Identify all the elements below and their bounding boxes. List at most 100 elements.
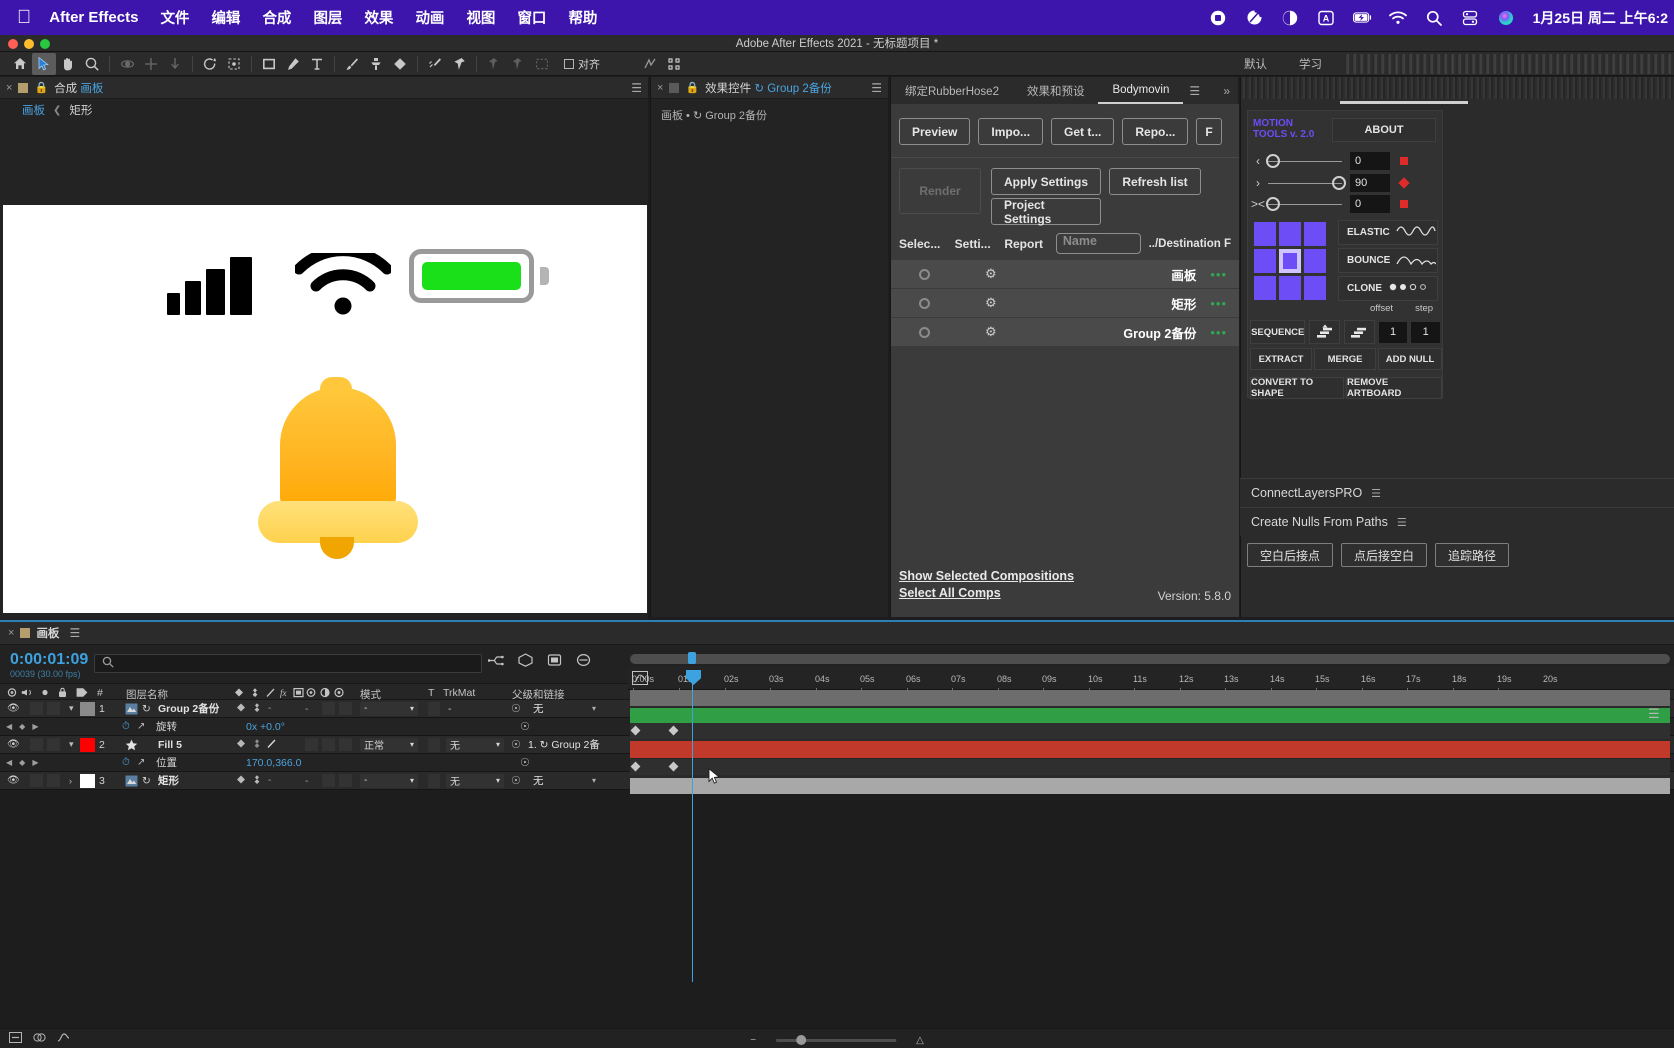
menu-item-edit[interactable]: 编辑 — [211, 7, 240, 28]
layer-name[interactable]: Fill 5 — [158, 739, 182, 751]
remove-artboard-button[interactable]: REMOVE ARTBOARD — [1346, 377, 1442, 399]
prev-keyframe-icon[interactable]: ◀ — [6, 722, 12, 731]
zoom-slider-track[interactable] — [776, 1035, 897, 1045]
panel-menu-icon[interactable]: ☰ — [69, 626, 80, 640]
quality-cell[interactable] — [322, 702, 335, 715]
zoom-out-icon[interactable]: − — [750, 1035, 756, 1046]
menu-item-help[interactable]: 帮助 — [568, 7, 597, 28]
chevron-down-icon[interactable]: ▾ — [592, 776, 596, 785]
chevron-down-icon[interactable]: ▾ — [592, 704, 596, 713]
apply-settings-button[interactable]: Apply Settings — [991, 168, 1101, 195]
parent-pick-whip-icon[interactable]: ☉ — [511, 702, 521, 715]
property-track-1[interactable] — [630, 723, 1670, 739]
puppet-pin-tool-icon[interactable] — [447, 53, 471, 75]
panel-menu-icon[interactable]: ☰ — [1183, 84, 1206, 98]
close-icon[interactable]: × — [6, 82, 12, 94]
layer-bar-3[interactable] — [630, 778, 1670, 794]
show-selected-compositions-link[interactable]: Show Selected Compositions — [899, 569, 1074, 583]
bodymovin-row-2[interactable]: ⚙ Group 2备份 ••• — [891, 318, 1239, 347]
audio-toggle[interactable] — [30, 774, 43, 787]
anchor-tc[interactable] — [1279, 222, 1301, 246]
offset-value[interactable]: 1 — [1378, 321, 1408, 343]
ease-in-slider[interactable]: ‹ 0 — [1250, 150, 1440, 172]
panel-menu-icon[interactable]: ☰ — [1371, 487, 1381, 500]
more-options-icon[interactable]: ••• — [1210, 325, 1227, 340]
layer-name[interactable]: 矩形 — [158, 773, 179, 788]
nulls-follow-points-button[interactable]: 空白后接点 — [1247, 543, 1334, 567]
navigator-marker[interactable] — [688, 652, 696, 664]
composition-canvas[interactable] — [3, 205, 647, 613]
parent-value[interactable]: 无 — [533, 701, 544, 716]
composition-tab-label[interactable]: 合成 画板 — [54, 80, 103, 96]
eye-icon[interactable]: 👁 — [7, 739, 20, 750]
keyframe-toggle-icon[interactable]: ◆ — [19, 722, 25, 731]
ease-in-marker[interactable] — [1400, 157, 1408, 165]
solo-toggle[interactable] — [47, 702, 60, 715]
keyframe-icon[interactable] — [668, 725, 679, 736]
pen-tool-icon[interactable] — [281, 53, 305, 75]
radio-unchecked-icon[interactable] — [919, 268, 930, 280]
breadcrumb-child[interactable]: 矩形 — [69, 102, 92, 118]
ease-in-value[interactable]: 0 — [1350, 152, 1390, 170]
menu-item-animation[interactable]: 动画 — [415, 7, 444, 28]
text-tool-icon[interactable] — [305, 53, 329, 75]
record-icon[interactable] — [1209, 8, 1228, 27]
effect-controls-tab-label[interactable]: 效果控件 ↻ Group 2备份 — [705, 80, 832, 96]
roto-brush-tool-icon[interactable] — [423, 53, 447, 75]
shape-tool-icon[interactable] — [257, 53, 281, 75]
tab-effects-presets[interactable]: 效果和预设 — [1013, 77, 1099, 104]
menu-item-composition[interactable]: 合成 — [262, 7, 291, 28]
sequence-up-icon[interactable] — [1309, 320, 1341, 344]
connect-layers-pro-header[interactable]: ConnectLayersPRO ☰ — [1240, 478, 1674, 507]
radio-unchecked-icon[interactable] — [919, 326, 930, 338]
report-button[interactable]: Repo... — [1122, 118, 1189, 145]
close-icon[interactable]: × — [8, 627, 14, 639]
brush-tool-icon[interactable] — [340, 53, 364, 75]
preserve-transparency-cell[interactable] — [428, 737, 440, 752]
slider-track[interactable] — [1268, 175, 1346, 190]
battery-charging-icon[interactable] — [1352, 8, 1372, 27]
label-swatch[interactable] — [80, 737, 95, 752]
trkmat-select[interactable]: 无 ▾ — [446, 773, 504, 788]
label-swatch[interactable] — [80, 701, 95, 716]
timeline-tab-label[interactable]: 画板 — [36, 625, 59, 641]
hand-tool-icon[interactable] — [56, 53, 80, 75]
orbit-tool-icon[interactable] — [115, 53, 139, 75]
anchor-point-grid[interactable] — [1254, 222, 1326, 300]
slider-knob[interactable] — [1266, 196, 1280, 211]
maximize-button[interactable] — [40, 38, 50, 49]
keyframe-toggle-icon[interactable]: ◆ — [19, 758, 25, 767]
graph-editor-icon[interactable]: ↗ — [137, 757, 145, 768]
slider-track[interactable] — [1266, 196, 1342, 211]
snapping-icon[interactable] — [638, 53, 662, 75]
blend-mode-select[interactable]: - ▾ — [360, 701, 418, 716]
select-all-comps-link[interactable]: Select All Comps — [899, 586, 1074, 600]
time-ruler[interactable]: 0:00s 01s 02s 03s 04s 05s 06s 07s 08s 09… — [628, 666, 1674, 693]
slider-track[interactable] — [1266, 153, 1342, 168]
wifi-icon[interactable] — [1389, 8, 1408, 27]
sequence-label[interactable]: SEQUENCE — [1250, 320, 1306, 344]
tab-bodymovin[interactable]: Bodymovin — [1098, 77, 1184, 104]
comp-marker-icon[interactable]: ☰ — [1648, 706, 1660, 722]
close-button[interactable] — [8, 38, 18, 49]
menu-item-layer[interactable]: 图层 — [313, 7, 342, 28]
panel-menu-icon[interactable]: ☰ — [1397, 516, 1407, 529]
anchor-tl[interactable] — [1254, 222, 1276, 246]
effects-cell[interactable] — [339, 774, 352, 787]
bounce-button[interactable]: BOUNCE — [1338, 248, 1438, 273]
search-input[interactable] — [94, 654, 482, 673]
zoom-in-icon[interactable]: △ — [916, 1035, 924, 1046]
effects-cell[interactable] — [339, 702, 352, 715]
next-keyframe-icon[interactable]: ▶ — [32, 722, 38, 731]
timeline-graph-icon[interactable] — [632, 670, 648, 686]
create-nulls-from-paths-header[interactable]: Create Nulls From Paths ☰ — [1240, 507, 1674, 536]
import-button[interactable]: Impo... — [978, 118, 1044, 145]
elastic-button[interactable]: ELASTIC — [1338, 220, 1438, 245]
quality-cell[interactable] — [322, 738, 335, 751]
composition-mini-flowchart-icon[interactable] — [487, 654, 504, 670]
graph-editor-icon[interactable] — [57, 1032, 70, 1046]
about-button[interactable]: ABOUT — [1332, 118, 1436, 142]
property-value[interactable]: 170.0,366.0 — [246, 757, 301, 769]
sequence-down-icon[interactable] — [1344, 320, 1375, 344]
clock[interactable]: 1月25日 周二 上午6:2 — [1533, 8, 1668, 28]
